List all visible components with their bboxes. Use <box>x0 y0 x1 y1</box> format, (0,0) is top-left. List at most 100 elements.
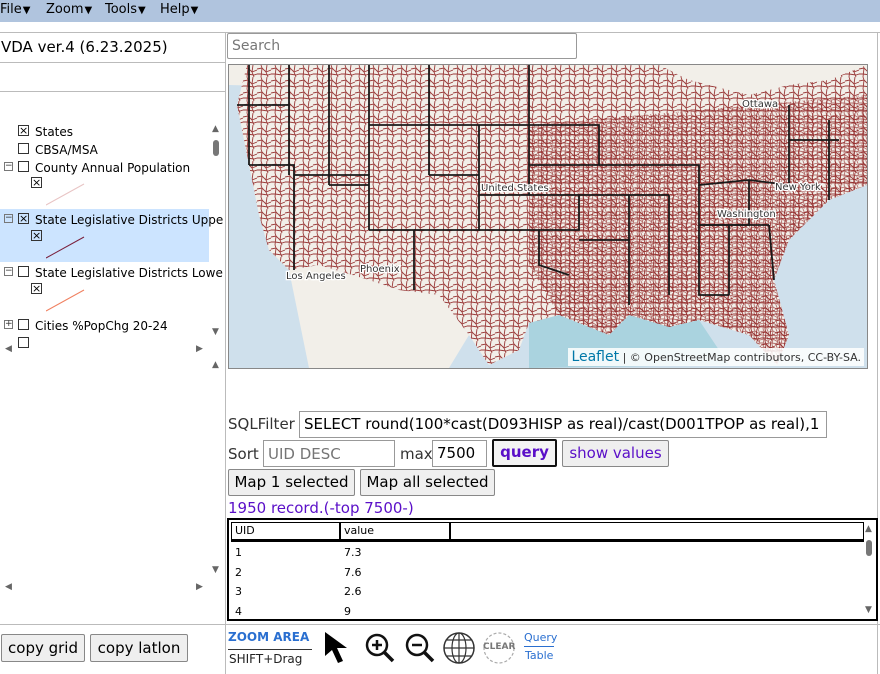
sort-input[interactable] <box>263 440 395 467</box>
zoom-area-tool[interactable]: ZOOM AREA SHIFT+Drag <box>228 630 314 670</box>
map-canvas: Ottawa United States New York Washington… <box>229 65 867 368</box>
scroll-left-icon[interactable]: ◀ <box>5 582 12 592</box>
menu-file-label: File <box>0 2 22 17</box>
layer-label-lower[interactable]: State Legislative Districts Lower <box>35 266 223 280</box>
legend-swatch-icon <box>46 289 85 312</box>
max-input[interactable]: 7500 <box>432 440 487 467</box>
map[interactable]: Ottawa United States New York Washington… <box>228 64 868 369</box>
map-label: Ottawa <box>742 99 778 110</box>
column-header-uid[interactable]: UID <box>231 522 340 540</box>
scroll-down-icon[interactable]: ▼ <box>212 565 219 575</box>
divider <box>0 62 225 63</box>
county-checkbox[interactable] <box>18 161 29 172</box>
scroll-left-icon[interactable]: ◀ <box>5 344 12 354</box>
legend-swatch-icon <box>46 183 85 206</box>
zoom-out-icon[interactable] <box>404 632 436 664</box>
query-label: Query <box>524 631 558 644</box>
scrollbar-thumb[interactable] <box>866 540 872 556</box>
column-header-empty <box>450 522 864 540</box>
grid-cell-value[interactable]: 7.6 <box>344 566 362 579</box>
menu-help-label: Help <box>160 2 190 17</box>
copy-grid-button[interactable]: copy grid <box>1 634 85 662</box>
county-legend-checkbox[interactable]: × <box>31 177 42 188</box>
query-button[interactable]: query <box>492 439 557 467</box>
sql-label: SQLFilter <box>228 415 295 433</box>
layer-label-states[interactable]: States <box>35 125 73 139</box>
scroll-down-icon[interactable]: ▼ <box>865 605 872 615</box>
chevron-down-icon: ▼ <box>22 5 31 16</box>
map-label: Washington <box>717 209 776 220</box>
divider <box>225 32 226 674</box>
grid-cell-uid[interactable]: 1 <box>235 546 242 559</box>
layer-tree: × States CBSA/MSA − County Annual Popula… <box>0 92 223 352</box>
legend-swatch-icon <box>46 236 85 259</box>
divider <box>0 624 880 625</box>
show-values-button[interactable]: show values <box>562 440 669 467</box>
lower-legend-checkbox[interactable]: × <box>31 283 42 294</box>
menu-tools-label: Tools <box>105 2 138 17</box>
menu-file[interactable]: File▼ <box>0 1 30 20</box>
grid-cell-value[interactable]: 9 <box>344 605 351 618</box>
search-input[interactable] <box>227 33 577 59</box>
menubar: File▼ Zoom▼ Tools▼ Help▼ <box>0 0 880 22</box>
states-checkbox[interactable]: × <box>18 125 29 136</box>
column-header-value[interactable]: value <box>340 522 450 540</box>
layer-label-cbsa[interactable]: CBSA/MSA <box>35 143 98 157</box>
scrollbar-thumb[interactable] <box>213 140 219 156</box>
menu-zoom[interactable]: Zoom▼ <box>46 1 92 20</box>
grid-cell-value[interactable]: 2.6 <box>344 585 362 598</box>
table-label: Table <box>525 649 554 662</box>
map-one-selected-button[interactable]: Map 1 selected <box>228 469 355 496</box>
results-grid: UID value 1 7.3 2 7.6 3 2.6 4 9 ▲ ▼ <box>227 518 878 621</box>
scroll-right-icon[interactable]: ▶ <box>196 344 203 354</box>
globe-icon[interactable] <box>442 631 476 665</box>
scroll-up-icon[interactable]: ▲ <box>212 360 219 370</box>
map-all-selected-button[interactable]: Map all selected <box>360 469 495 496</box>
divider <box>231 540 864 542</box>
grid-cell-value[interactable]: 7.3 <box>344 546 362 559</box>
lower-checkbox[interactable] <box>18 266 29 277</box>
collapse-icon[interactable]: − <box>4 162 13 171</box>
pointer-arrow-icon[interactable] <box>322 630 356 666</box>
menu-tools[interactable]: Tools▼ <box>105 1 146 20</box>
collapse-icon[interactable]: − <box>4 267 13 276</box>
sql-filter-input[interactable]: SELECT round(100*cast(D093HISP as real)/… <box>299 411 827 438</box>
layer-label-cities[interactable]: Cities %PopChg 20-24 <box>35 319 168 333</box>
chevron-down-icon: ▼ <box>138 5 146 16</box>
shift-drag-label: SHIFT+Drag <box>229 652 303 666</box>
attribution-text: | © OpenStreetMap contributors, CC-BY-SA… <box>622 351 861 364</box>
cbsa-checkbox[interactable] <box>18 143 29 154</box>
divider <box>524 646 554 647</box>
clear-tool[interactable]: CLEAR <box>482 631 516 665</box>
grid-cell-uid[interactable]: 4 <box>235 605 242 618</box>
grid-cell-uid[interactable]: 3 <box>235 585 242 598</box>
grid-cell-uid[interactable]: 2 <box>235 566 242 579</box>
layer-label-upper[interactable]: State Legislative Districts Upper <box>35 213 223 227</box>
map-label: Phoenix <box>360 264 400 275</box>
map-label: United States <box>481 183 549 194</box>
layer-label-county[interactable]: County Annual Population <box>35 161 190 175</box>
cities-checkbox[interactable] <box>18 319 29 330</box>
record-count: 1950 record.(-top 7500-) <box>228 499 414 517</box>
chevron-down-icon: ▼ <box>190 5 199 16</box>
upper-checkbox[interactable]: × <box>18 213 29 224</box>
map-label: Los Angeles <box>286 271 346 282</box>
scroll-up-icon[interactable]: ▲ <box>865 524 872 534</box>
divider <box>228 649 312 650</box>
expand-icon[interactable]: + <box>4 320 13 329</box>
app-title: VDA ver.4 (6.23.2025) <box>1 38 168 56</box>
copy-latlon-button[interactable]: copy latlon <box>90 634 188 662</box>
scroll-right-icon[interactable]: ▶ <box>196 582 203 592</box>
scroll-down-icon[interactable]: ▼ <box>212 327 219 337</box>
upper-legend-checkbox[interactable]: × <box>31 230 42 241</box>
max-label: max <box>400 445 433 463</box>
menu-help[interactable]: Help▼ <box>160 1 198 20</box>
next-layer-checkbox[interactable] <box>18 337 29 348</box>
collapse-icon[interactable]: − <box>4 214 13 223</box>
leaflet-link[interactable]: Leaflet <box>571 349 619 365</box>
chevron-down-icon: ▼ <box>84 5 93 16</box>
scroll-up-icon[interactable]: ▲ <box>212 124 219 134</box>
map-attribution: Leaflet | © OpenStreetMap contributors, … <box>568 348 864 366</box>
query-table-tool[interactable]: Query Table <box>524 631 558 667</box>
zoom-in-icon[interactable] <box>364 632 396 664</box>
